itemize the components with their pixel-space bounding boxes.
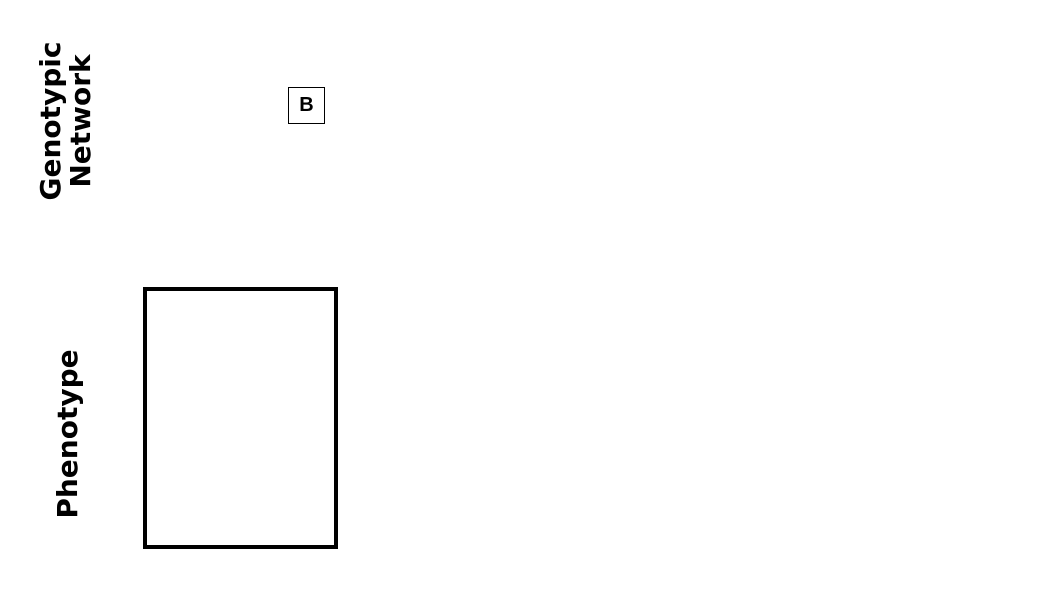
genotypic-label-line2: Network (64, 54, 97, 188)
genotypic-label-line1: Genotypic (34, 41, 67, 201)
panel-b-badge: B (288, 87, 325, 124)
phenotype-label-text: Phenotype (51, 349, 84, 519)
genotypic-network-label: Genotypic Network (34, 41, 97, 201)
phenotype-frame (143, 287, 338, 549)
phenotype-label: Phenotype (51, 349, 84, 519)
